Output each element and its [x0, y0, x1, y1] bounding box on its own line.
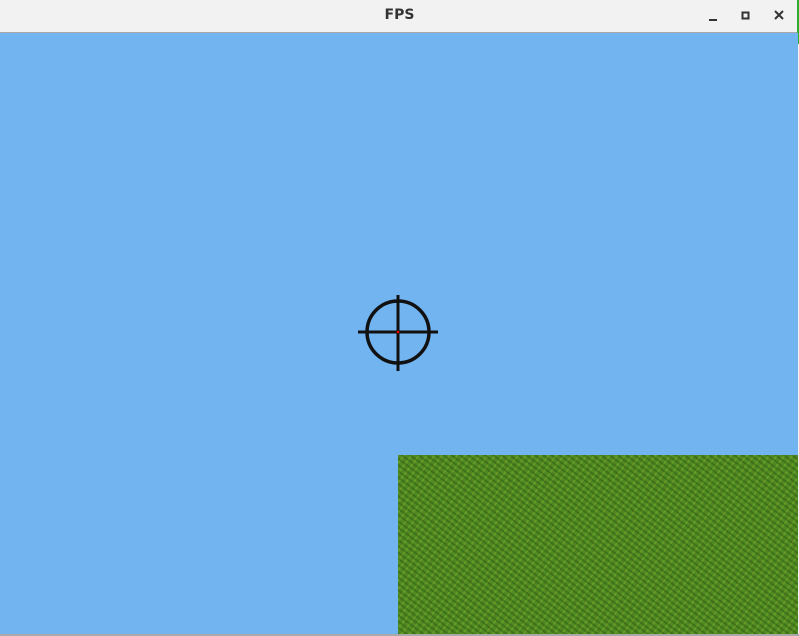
minimize-icon [709, 19, 717, 21]
window-title: FPS [384, 7, 415, 23]
title-bar: FPS [0, 0, 799, 33]
maximize-button[interactable] [737, 7, 755, 25]
crosshair-icon [358, 295, 438, 371]
close-icon [774, 10, 784, 20]
minimize-button[interactable] [704, 7, 722, 25]
maximize-icon [741, 11, 750, 20]
game-viewport[interactable] [0, 33, 798, 634]
grass-ground [398, 455, 798, 634]
close-button[interactable] [770, 7, 788, 25]
